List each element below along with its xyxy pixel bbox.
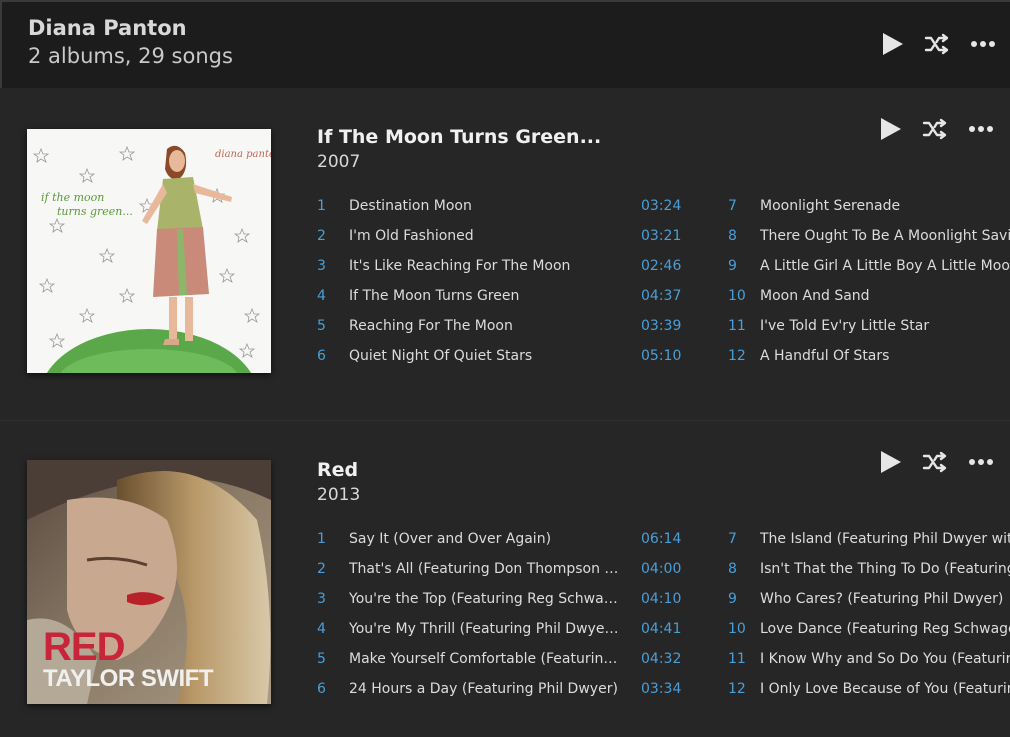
track-duration: 03:24	[641, 198, 682, 214]
track-duration: 04:41	[641, 621, 682, 637]
track-number: 12	[728, 348, 746, 364]
album-controls	[880, 117, 994, 141]
play-icon[interactable]	[880, 117, 902, 141]
track-title: That's All (Featuring Don Thompson with …	[349, 561, 621, 577]
track-title: Make Yourself Comfortable (Featuring Reg…	[349, 651, 621, 667]
track-title: Quiet Night Of Quiet Stars	[349, 348, 533, 364]
shuffle-icon[interactable]	[922, 118, 948, 140]
album-year: 2007	[317, 152, 361, 172]
track-number: 10	[728, 621, 746, 637]
album-section: RED TAYLOR SWIFT Red 2013 1 Say It (Over …	[0, 420, 1010, 737]
track-title: 24 Hours a Day (Featuring Phil Dwyer)	[349, 681, 618, 697]
track-title: The Island (Featuring Phil Dwyer with Re…	[760, 531, 1010, 547]
track-title: It's Like Reaching For The Moon	[349, 258, 571, 274]
track-title: You're My Thrill (Featuring Phil Dwyer w…	[349, 621, 621, 637]
track-title: There Ought To Be A Moonlight Saving Tim…	[760, 228, 1010, 244]
track-title: Who Cares? (Featuring Phil Dwyer)	[760, 591, 1004, 607]
album-title[interactable]: If The Moon Turns Green...	[317, 126, 601, 148]
play-icon[interactable]	[880, 450, 902, 474]
track-title: Love Dance (Featuring Reg Schwager)	[760, 621, 1010, 637]
album-cover[interactable]: diana panton if the moon turns green...	[27, 129, 271, 373]
shuffle-icon[interactable]	[922, 451, 948, 473]
track-title: If The Moon Turns Green	[349, 288, 520, 304]
more-icon[interactable]	[968, 458, 994, 466]
track-number: 12	[728, 681, 746, 697]
track-title: Isn't That the Thing To Do (Featuring Re…	[760, 561, 1010, 577]
album-year: 2013	[317, 485, 361, 505]
track-duration: 04:10	[641, 591, 682, 607]
track-duration: 03:39	[641, 318, 682, 334]
track-title: I Know Why and So Do You (Featuring Phil…	[760, 651, 1010, 667]
track-duration: 06:14	[641, 531, 682, 547]
track-number: 4	[317, 621, 326, 637]
track-number: 7	[728, 531, 737, 547]
track-duration: 03:34	[641, 681, 682, 697]
artist-controls	[882, 32, 996, 56]
track-title: Say It (Over and Over Again)	[349, 531, 552, 547]
track-title: A Handful Of Stars	[760, 348, 890, 364]
more-icon[interactable]	[968, 125, 994, 133]
cover-title-text-2: turns green...	[57, 205, 133, 218]
track-number: 9	[728, 258, 737, 274]
track-duration: 03:21	[641, 228, 682, 244]
album-title[interactable]: Red	[317, 459, 358, 481]
track-duration: 04:37	[641, 288, 682, 304]
track-title: Reaching For The Moon	[349, 318, 513, 334]
track-title: A Little Girl A Little Boy A Little Moon	[760, 258, 1010, 274]
track-title: I Only Love Because of You (Featuring Re…	[760, 681, 1010, 697]
track-number: 7	[728, 198, 737, 214]
track-number: 5	[317, 318, 326, 334]
play-icon[interactable]	[882, 32, 904, 56]
album-section: diana panton if the moon turns green... …	[0, 88, 1010, 420]
track-number: 8	[728, 228, 737, 244]
artist-name: Diana Panton	[28, 16, 187, 40]
track-duration: 02:46	[641, 258, 682, 274]
album-cover[interactable]: RED TAYLOR SWIFT	[27, 460, 271, 704]
cover-title-text: RED	[43, 625, 125, 669]
track-number: 11	[728, 651, 746, 667]
track-title: I'm Old Fashioned	[349, 228, 474, 244]
album-controls	[880, 450, 994, 474]
track-duration: 04:32	[641, 651, 682, 667]
track-number: 2	[317, 228, 326, 244]
track-number: 9	[728, 591, 737, 607]
track-number: 8	[728, 561, 737, 577]
track-title: Moon And Sand	[760, 288, 870, 304]
track-number: 5	[317, 651, 326, 667]
track-title: I've Told Ev'ry Little Star	[760, 318, 930, 334]
track-duration: 04:00	[641, 561, 682, 577]
shuffle-icon[interactable]	[924, 33, 950, 55]
track-title: You're the Top (Featuring Reg Schwager)	[349, 591, 621, 607]
track-duration: 05:10	[641, 348, 682, 364]
track-number: 1	[317, 198, 326, 214]
track-number: 11	[728, 318, 746, 334]
track-number: 3	[317, 591, 326, 607]
track-number: 4	[317, 288, 326, 304]
cover-title-text-1: if the moon	[41, 191, 104, 204]
track-number: 1	[317, 531, 326, 547]
track-number: 2	[317, 561, 326, 577]
track-title: Destination Moon	[349, 198, 472, 214]
cover-artist-text: diana panton	[215, 149, 271, 160]
track-number: 3	[317, 258, 326, 274]
more-icon[interactable]	[970, 40, 996, 48]
track-number: 10	[728, 288, 746, 304]
track-number: 6	[317, 681, 326, 697]
track-number: 6	[317, 348, 326, 364]
cover-artist-text: TAYLOR SWIFT	[43, 665, 214, 692]
artist-header: Diana Panton 2 albums, 29 songs	[0, 0, 1010, 88]
track-title: Moonlight Serenade	[760, 198, 901, 214]
artist-summary: 2 albums, 29 songs	[28, 44, 233, 68]
